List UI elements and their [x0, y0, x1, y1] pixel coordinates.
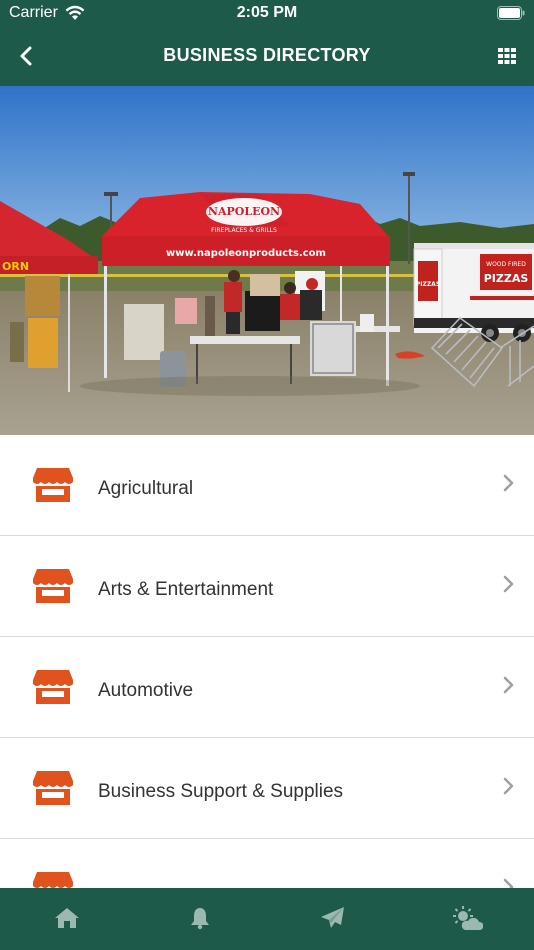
clock: 2:05 PM	[236, 4, 298, 21]
tab-weather[interactable]	[400, 888, 533, 950]
tab-notifications[interactable]	[133, 888, 266, 950]
storefront-icon	[33, 771, 73, 805]
grid-menu-button[interactable]	[496, 45, 518, 67]
tab-messages[interactable]	[266, 888, 399, 950]
grid-icon	[498, 48, 516, 64]
list-item-label: Business Support & Supplies	[98, 781, 344, 802]
hero-image: ORN NAPOLEON FIREPLACES & GRILLS www.nap…	[0, 86, 534, 435]
page-title: BUSINESS DIRECTORY	[163, 45, 371, 65]
bell-icon	[190, 908, 209, 930]
trailer-text: PIZZAS	[484, 272, 529, 285]
list-item-business-support[interactable]: Business Support & Supplies	[0, 738, 534, 839]
tent-brand-sub: FIREPLACES & GRILLS	[211, 227, 277, 234]
left-tent-text: ORN	[2, 260, 29, 273]
trailer-door-text: PIZZAS	[416, 281, 440, 288]
list-item-label: Agricultural	[98, 478, 194, 499]
list-item-agricultural[interactable]: Agricultural	[0, 435, 534, 536]
hero-photo: ORN NAPOLEON FIREPLACES & GRILLS www.nap…	[0, 86, 534, 435]
storefront-icon	[33, 468, 73, 502]
chevron-right-icon	[503, 575, 514, 593]
chevron-right-icon	[503, 777, 514, 795]
navigation-bar: BUSINESS DIRECTORY	[0, 26, 534, 86]
storefront-icon	[33, 670, 73, 704]
tab-home[interactable]	[0, 888, 133, 950]
paper-plane-icon	[320, 907, 344, 928]
chevron-right-icon	[503, 676, 514, 694]
category-list: Agricultural Arts & Entertainment Automo…	[0, 435, 534, 940]
list-item-arts-entertainment[interactable]: Arts & Entertainment	[0, 536, 534, 637]
weather-icon	[452, 906, 483, 930]
status-bar: Carrier 2:05 PM	[0, 0, 534, 26]
home-icon	[54, 908, 79, 928]
tent-brand: NAPOLEON	[208, 205, 280, 218]
chevron-right-icon	[503, 474, 514, 492]
storefront-icon	[33, 569, 73, 603]
list-item-label: Automotive	[98, 680, 194, 701]
list-item-label: Arts & Entertainment	[98, 579, 274, 600]
trailer-brand: WOOD FIRED	[486, 261, 526, 268]
battery-icon	[497, 6, 525, 20]
list-item-automotive[interactable]: Automotive	[0, 637, 534, 738]
tent-url: www.napoleonproducts.com	[166, 248, 326, 259]
tab-bar	[0, 888, 534, 950]
